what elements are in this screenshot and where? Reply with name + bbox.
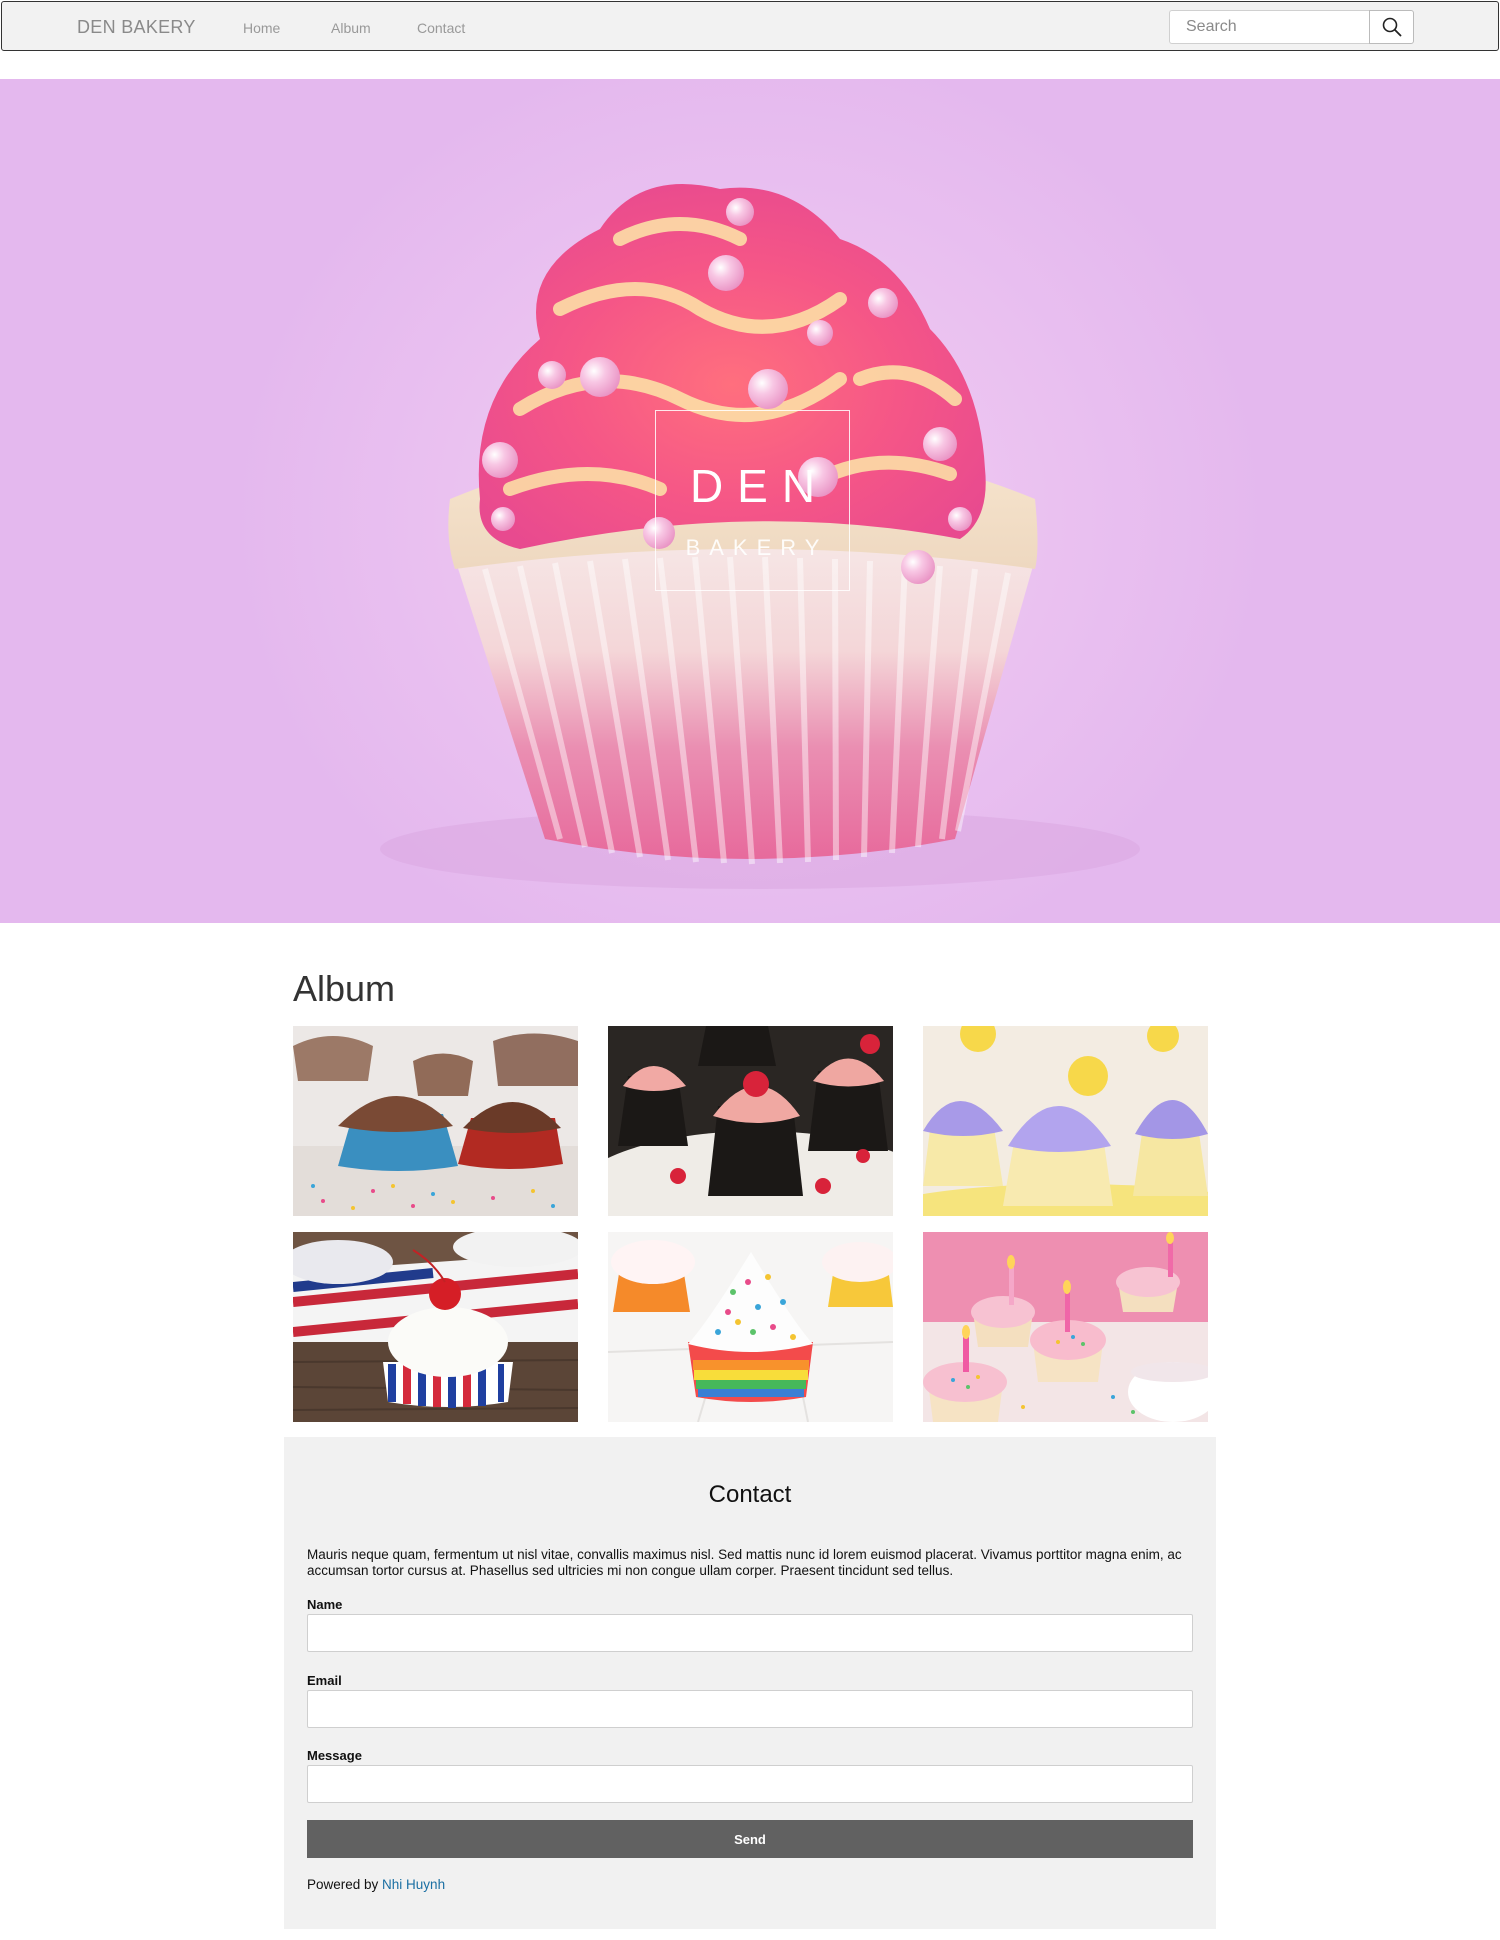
contact-section: Contact Mauris neque quam, fermentum ut … xyxy=(284,1437,1216,1929)
nav-link-contact[interactable]: Contact xyxy=(417,20,465,36)
contact-title: Contact xyxy=(708,1481,792,1508)
email-label: Email xyxy=(307,1673,342,1688)
send-button[interactable]: Send xyxy=(307,1820,1193,1858)
birthday-cupcakes-photo xyxy=(923,1232,1208,1422)
hero-banner: DEN BAKERY xyxy=(0,79,1500,923)
lavender-cupcakes-photo xyxy=(923,1026,1208,1216)
brand-logo[interactable]: DEN BAKERY xyxy=(77,17,196,38)
contact-description: Mauris neque quam, fermentum ut nisl vit… xyxy=(307,1547,1182,1578)
powered-by-prefix: Powered by xyxy=(307,1877,383,1892)
hero-title: DEN xyxy=(689,460,830,512)
album-photo[interactable] xyxy=(293,1232,578,1422)
patriotic-cupcake-photo xyxy=(293,1232,578,1422)
album-photo[interactable] xyxy=(608,1232,893,1422)
author-link[interactable]: Nhi Huynh xyxy=(382,1877,445,1892)
raspberry-cupcakes-photo xyxy=(608,1026,893,1216)
album-photo[interactable] xyxy=(923,1232,1208,1422)
album-photo[interactable] xyxy=(923,1026,1208,1216)
name-field[interactable] xyxy=(307,1614,1193,1652)
album-photo[interactable] xyxy=(608,1026,893,1216)
album-photo[interactable] xyxy=(293,1026,578,1216)
nav-link-album[interactable]: Album xyxy=(331,20,371,36)
message-label: Message xyxy=(307,1748,362,1763)
navbar: DEN BAKERY Home Album Contact xyxy=(1,1,1499,51)
chocolate-cupcakes-photo xyxy=(293,1026,578,1216)
rainbow-cupcake-photo xyxy=(608,1232,893,1422)
album-title: Album xyxy=(293,968,396,1009)
search-icon xyxy=(1382,17,1401,37)
search-button[interactable] xyxy=(1369,10,1414,44)
hero-subtitle: BAKERY xyxy=(685,535,829,560)
email-field[interactable] xyxy=(307,1690,1193,1728)
powered-by: Powered by Nhi Huynh xyxy=(307,1877,445,1892)
hero-title-box: DEN BAKERY xyxy=(655,410,850,591)
message-field[interactable] xyxy=(307,1765,1193,1803)
search-input[interactable] xyxy=(1169,10,1370,44)
name-label: Name xyxy=(307,1597,343,1612)
nav-link-home[interactable]: Home xyxy=(243,20,280,36)
